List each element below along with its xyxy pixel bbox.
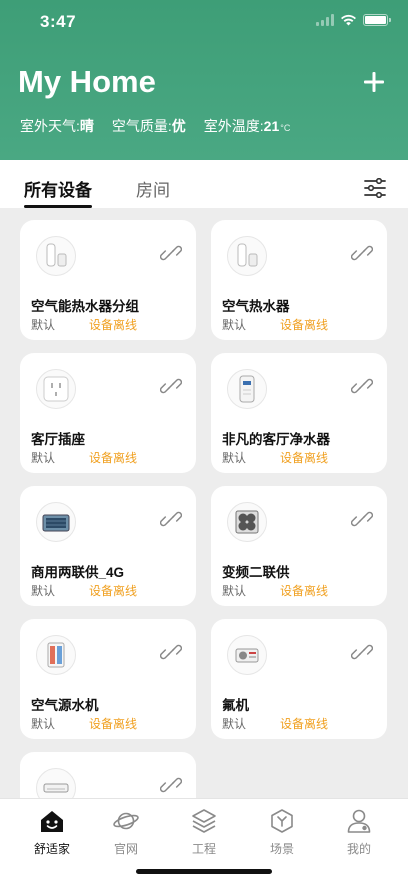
device-status: 设备离线 [280,318,329,332]
unlinked-icon [160,378,182,394]
socket-icon [36,369,76,409]
device-card[interactable]: 客厅插座 默认 设备离线 [20,353,196,473]
device-name: 客厅插座 [31,432,85,447]
device-status: 设备离线 [89,451,138,465]
device-card[interactable]: 非凡的客厅净水器 默认 设备离线 [211,353,387,473]
water-heater-icon [36,236,76,276]
device-card[interactable]: 氟机 默认 设备离线 [211,619,387,739]
fluorine-unit-icon [227,635,267,675]
home-indicator[interactable] [136,869,272,874]
device-name: 空气源水机 [31,698,99,713]
tab-label: 官网 [113,842,138,856]
bottom-tab-bar: 舒适家 官网 工程 场景 我的 [0,798,408,883]
unlinked-icon [160,245,182,261]
tab-label: 工程 [191,842,216,856]
device-room: 默认 [31,717,56,731]
device-status: 设备离线 [89,717,138,731]
battery-icon [363,14,391,26]
tab-rooms[interactable]: 房间 [136,176,170,201]
dual-supply-unit-icon [227,502,267,542]
outdoor-weather: 室外天气:晴 [20,118,94,134]
tab-label: 我的 [346,842,371,856]
device-card[interactable]: 变频二联供 默认 设备离线 [211,486,387,606]
device-status: 设备离线 [280,717,329,731]
device-card[interactable]: 空气源水机 默认 设备离线 [20,619,196,739]
scene-icon [271,809,293,833]
tab-label: 舒适家 [33,842,70,856]
status-icons [316,14,391,26]
device-name: 氟机 [222,698,249,713]
outdoor-temperature: 室外温度:21°C [203,118,291,134]
unlinked-icon [351,644,373,660]
device-tabs: 所有设备 房间 [0,160,408,208]
layers-icon [192,809,216,833]
tab-scene[interactable]: 场景 [252,807,312,857]
device-room: 默认 [222,717,247,731]
unlinked-icon [160,777,182,793]
status-time: 3:47 [40,12,77,31]
filter-icon[interactable] [364,178,386,198]
device-status: 设备离线 [280,451,329,465]
cellular-signal-icon [316,14,334,26]
wifi-icon [341,14,356,26]
device-name: 空气热水器 [222,299,290,314]
tab-label: 场景 [269,842,294,856]
device-name: 商用两联供_4G [31,565,125,580]
weather-info: 室外天气:晴 空气质量:优 室外温度:21°C [20,116,290,136]
device-status: 设备离线 [89,584,138,598]
device-name: 空气能热水器分组 [31,299,139,314]
tab-profile[interactable]: 我的 [329,807,389,857]
device-room: 默认 [31,584,56,598]
water-purifier-icon [227,369,267,409]
user-icon [347,809,371,833]
unlinked-icon [160,511,182,527]
device-name: 变频二联供 [222,565,290,580]
tab-engineering[interactable]: 工程 [174,807,234,857]
commercial-unit-icon [36,502,76,542]
header: 3:47 My Home 室外天气:晴 空气质量:优 室外温度:21°C [0,0,408,160]
device-status: 设备离线 [280,584,329,598]
device-card[interactable]: 空气能热水器分组 默认 设备离线 [20,220,196,340]
planet-icon [113,812,139,830]
device-card[interactable]: 商用两联供_4G 默认 设备离线 [20,486,196,606]
tab-all-devices[interactable]: 所有设备 [24,176,92,208]
device-status: 设备离线 [89,318,138,332]
device-name: 非凡的客厅净水器 [222,432,330,447]
page-title: My Home [18,64,156,99]
water-heater-icon [227,236,267,276]
add-icon[interactable] [360,68,388,96]
unlinked-icon [351,378,373,394]
unlinked-icon [351,245,373,261]
device-room: 默认 [222,584,247,598]
air-source-unit-icon [36,635,76,675]
status-bar: 3:47 [0,0,408,44]
device-room: 默认 [222,451,247,465]
unlinked-icon [160,644,182,660]
device-room: 默认 [31,451,56,465]
home-icon [41,811,63,832]
device-room: 默认 [31,318,56,332]
device-card[interactable]: 空气热水器 默认 设备离线 [211,220,387,340]
air-quality: 空气质量:优 [111,118,186,134]
device-room: 默认 [222,318,247,332]
unlinked-icon [351,511,373,527]
tab-website[interactable]: 官网 [96,807,156,857]
tab-home[interactable]: 舒适家 [22,807,82,857]
